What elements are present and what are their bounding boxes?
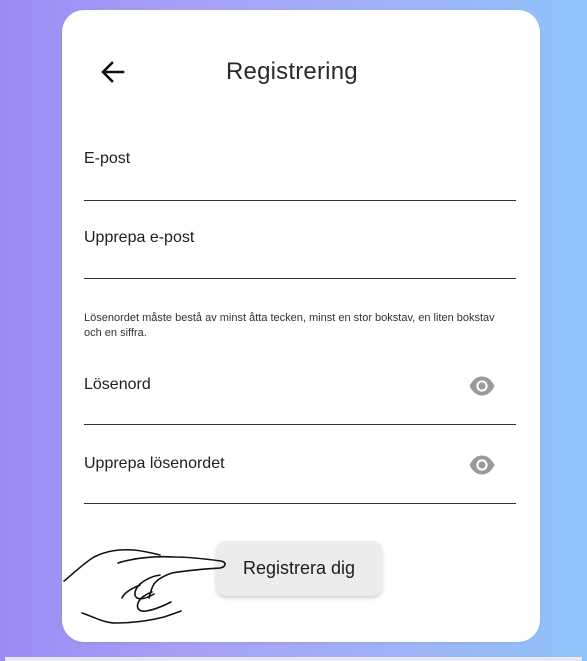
password-hint: Lösenordet måste bestå av minst åtta tec… <box>84 312 495 339</box>
back-button[interactable] <box>96 55 130 89</box>
email-label: E-post <box>84 150 131 167</box>
email-field[interactable]: E-post <box>84 148 516 201</box>
password-repeat-visibility-toggle[interactable] <box>468 453 496 477</box>
password-repeat-label: Upprepa lösenordet <box>84 455 225 472</box>
password-label: Lösenord <box>84 376 151 393</box>
password-repeat-field[interactable]: Upprepa lösenordet <box>84 451 516 504</box>
email-repeat-field[interactable]: Upprepa e-post <box>84 226 516 279</box>
password-visibility-toggle[interactable] <box>468 374 496 398</box>
email-repeat-label: Upprepa e-post <box>84 229 195 246</box>
register-button[interactable]: Registrera dig <box>216 541 382 596</box>
arrow-left-icon <box>101 61 125 83</box>
eye-icon <box>469 455 495 475</box>
eye-icon <box>469 376 495 396</box>
password-field[interactable]: Lösenord <box>84 372 516 425</box>
page-title: Registrering <box>226 58 358 85</box>
